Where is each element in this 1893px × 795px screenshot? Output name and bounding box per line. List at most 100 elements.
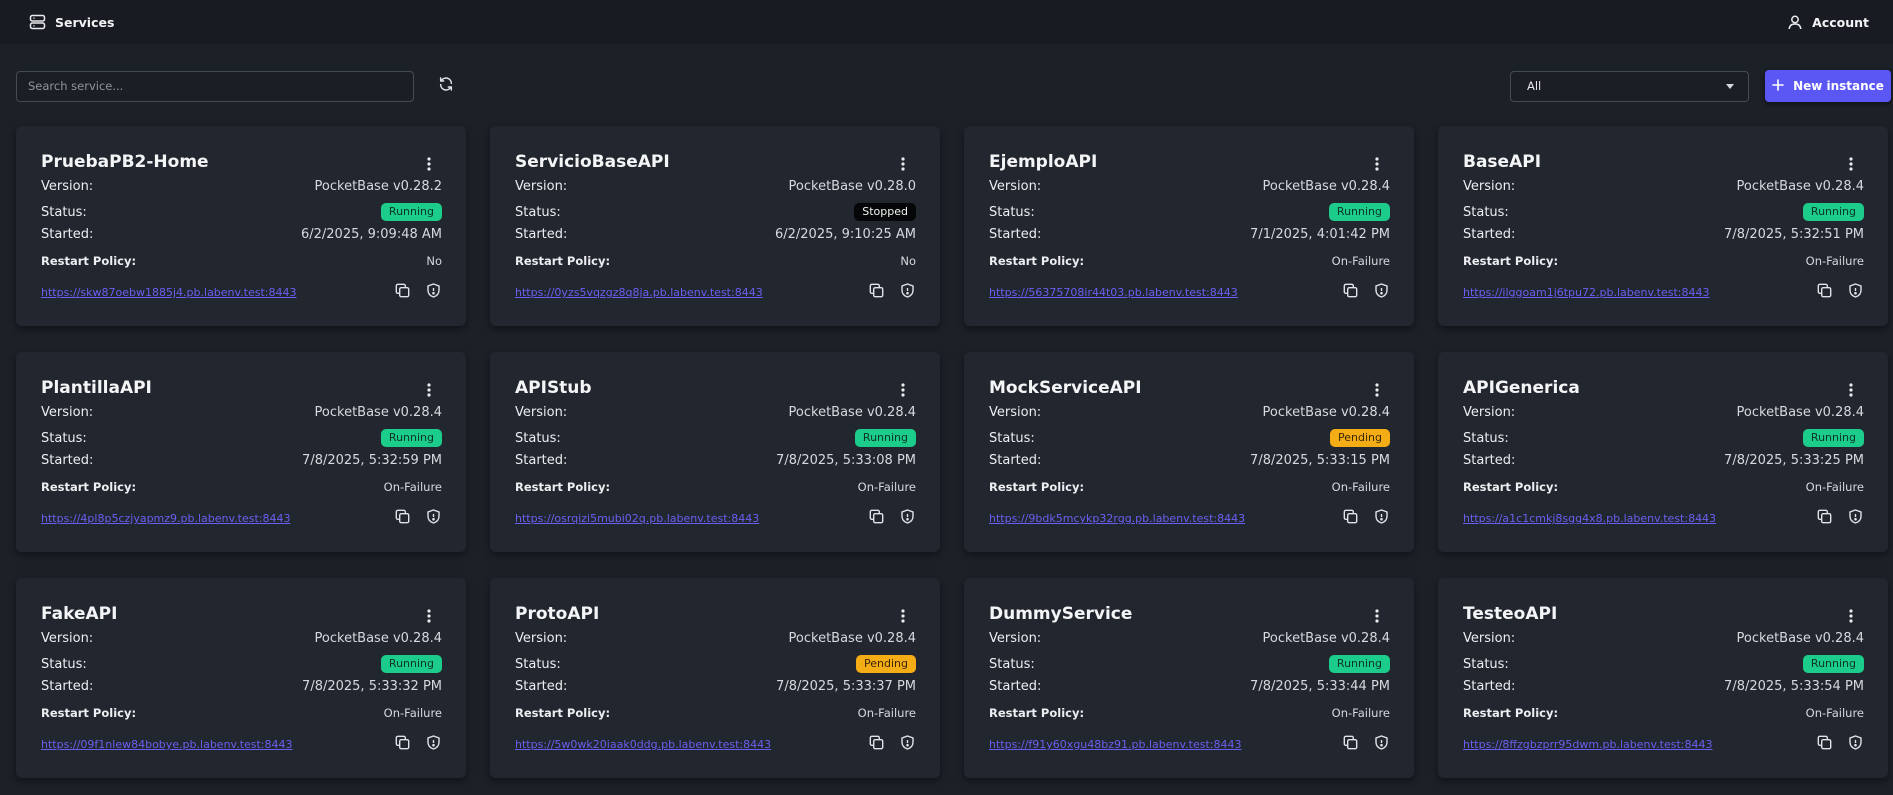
service-card: APIStub Version: PocketBase v0.28.4 Stat… xyxy=(490,352,940,552)
security-button[interactable] xyxy=(898,282,916,301)
security-button[interactable] xyxy=(898,734,916,754)
status-badge: Running xyxy=(1802,203,1864,221)
service-menu-button[interactable] xyxy=(422,382,436,400)
status-row: Status: Running xyxy=(1463,429,1864,447)
service-card: FakeAPI Version: PocketBase v0.28.4 Stat… xyxy=(16,578,466,778)
security-button[interactable] xyxy=(424,282,442,301)
service-url-link[interactable]: https://9bdk5mcykp32rgg.pb.labenv.test:8… xyxy=(989,512,1245,525)
new-instance-button[interactable]: New instance xyxy=(1765,70,1891,102)
service-url-link[interactable]: https://0yzs5vqzgz8q8ja.pb.labenv.test:8… xyxy=(515,286,763,299)
shield-icon xyxy=(900,734,914,754)
started-row: Started: 7/8/2025, 5:32:59 PM xyxy=(41,453,442,468)
version-label: Version: xyxy=(41,631,94,646)
service-card: ProtoAPI Version: PocketBase v0.28.4 Sta… xyxy=(490,578,940,778)
service-menu-button[interactable] xyxy=(422,608,436,626)
copy-url-button[interactable] xyxy=(867,509,885,527)
version-label: Version: xyxy=(515,179,568,194)
security-button[interactable] xyxy=(1846,508,1864,527)
copy-url-button[interactable] xyxy=(1815,509,1833,527)
started-row: Started: 6/2/2025, 9:09:48 AM xyxy=(41,227,442,242)
status-filter-value: All xyxy=(1527,79,1542,93)
copy-icon xyxy=(395,283,410,302)
brand[interactable]: Services xyxy=(29,14,114,30)
kebab-menu-icon xyxy=(427,382,431,401)
restart-policy-row: Restart Policy: On-Failure xyxy=(1463,480,1864,494)
service-url-link[interactable]: https://8ffzgbzprr95dwm.pb.labenv.test:8… xyxy=(1463,738,1713,751)
started-label: Started: xyxy=(989,679,1042,694)
status-label: Status: xyxy=(41,656,87,672)
service-menu-button[interactable] xyxy=(1844,156,1858,174)
restart-policy-label: Restart Policy: xyxy=(515,254,611,268)
service-url-link[interactable]: https://skw87oebw1885j4.pb.labenv.test:8… xyxy=(41,286,297,299)
started-row: Started: 7/8/2025, 5:33:08 PM xyxy=(515,453,916,468)
copy-url-button[interactable] xyxy=(867,735,885,753)
service-card: MockServiceAPI Version: PocketBase v0.28… xyxy=(964,352,1414,552)
copy-url-button[interactable] xyxy=(867,283,885,301)
service-url-link[interactable]: https://f91y60xgu48bz91.pb.labenv.test:8… xyxy=(989,738,1241,751)
copy-url-button[interactable] xyxy=(1341,735,1359,753)
restart-policy-value: On-Failure xyxy=(383,706,442,720)
security-button[interactable] xyxy=(1372,508,1390,527)
status-badge: Running xyxy=(380,203,442,221)
service-card: PlantillaAPI Version: PocketBase v0.28.4… xyxy=(16,352,466,552)
security-button[interactable] xyxy=(1372,282,1390,301)
search-input[interactable] xyxy=(16,70,414,102)
restart-policy-label: Restart Policy: xyxy=(989,480,1085,494)
service-name: BaseAPI xyxy=(1463,152,1542,172)
started-row: Started: 7/8/2025, 5:32:51 PM xyxy=(1463,227,1864,242)
service-menu-button[interactable] xyxy=(1370,156,1384,174)
copy-url-button[interactable] xyxy=(393,509,411,527)
started-row: Started: 7/8/2025, 5:33:15 PM xyxy=(989,453,1390,468)
service-menu-button[interactable] xyxy=(896,382,910,400)
security-button[interactable] xyxy=(424,734,442,753)
service-url-link[interactable]: https://4pl8p5czjyapmz9.pb.labenv.test:8… xyxy=(41,512,291,525)
service-url-link[interactable]: https://ilggoam1j6tpu72.pb.labenv.test:8… xyxy=(1463,286,1709,299)
copy-icon xyxy=(869,283,884,302)
started-label: Started: xyxy=(1463,227,1516,242)
account-menu[interactable]: Account xyxy=(1788,15,1869,30)
page-title: Services xyxy=(55,14,115,30)
service-menu-button[interactable] xyxy=(896,156,910,174)
service-card: APIGenerica Version: PocketBase v0.28.4 … xyxy=(1438,352,1888,552)
status-label: Status: xyxy=(989,656,1035,672)
started-value: 6/2/2025, 9:09:48 AM xyxy=(300,227,442,242)
service-url-link[interactable]: https://osrqizi5mubi02q.pb.labenv.test:8… xyxy=(515,512,759,525)
version-row: Version: PocketBase v0.28.4 xyxy=(41,405,442,420)
security-button[interactable] xyxy=(898,508,916,527)
restart-policy-value: On-Failure xyxy=(1805,480,1864,494)
service-menu-button[interactable] xyxy=(896,608,910,626)
started-row: Started: 7/8/2025, 5:33:32 PM xyxy=(41,679,442,694)
copy-url-button[interactable] xyxy=(393,735,411,753)
service-card: PruebaPB2-Home Version: PocketBase v0.28… xyxy=(16,126,466,326)
security-button[interactable] xyxy=(1846,734,1864,753)
restart-policy-label: Restart Policy: xyxy=(41,254,137,268)
security-button[interactable] xyxy=(1372,734,1390,753)
service-menu-button[interactable] xyxy=(422,156,436,174)
status-row: Status: Pending xyxy=(515,655,916,673)
status-filter-select[interactable]: All xyxy=(1510,70,1749,102)
service-url-link[interactable]: https://09f1nlew84bobye.pb.labenv.test:8… xyxy=(41,738,293,751)
service-name: TesteoAPI xyxy=(1463,604,1558,624)
service-url-link[interactable]: https://a1c1cmkj8sgg4x8.pb.labenv.test:8… xyxy=(1463,512,1716,525)
security-button[interactable] xyxy=(424,508,442,527)
service-menu-button[interactable] xyxy=(1844,382,1858,400)
copy-url-button[interactable] xyxy=(1815,735,1833,753)
started-label: Started: xyxy=(41,679,94,694)
service-menu-button[interactable] xyxy=(1370,608,1384,626)
kebab-menu-icon xyxy=(1375,382,1379,401)
service-menu-button[interactable] xyxy=(1370,382,1384,400)
started-value: 7/8/2025, 5:32:59 PM xyxy=(302,453,442,468)
service-url-link[interactable]: https://5w0wk20iaak0ddg.pb.labenv.test:8… xyxy=(515,738,771,751)
service-name: DummyService xyxy=(989,604,1133,624)
status-badge: Running xyxy=(380,655,442,673)
copy-url-button[interactable] xyxy=(1815,283,1833,301)
copy-url-button[interactable] xyxy=(393,283,411,301)
security-button[interactable] xyxy=(1846,282,1864,301)
refresh-button[interactable] xyxy=(435,75,457,97)
copy-url-button[interactable] xyxy=(1341,509,1359,527)
copy-url-button[interactable] xyxy=(1341,283,1359,301)
service-menu-button[interactable] xyxy=(1844,608,1858,626)
service-url-link[interactable]: https://56375708ir44t03.pb.labenv.test:8… xyxy=(989,286,1238,299)
started-label: Started: xyxy=(41,227,94,242)
status-row: Status: Running xyxy=(1463,203,1864,221)
